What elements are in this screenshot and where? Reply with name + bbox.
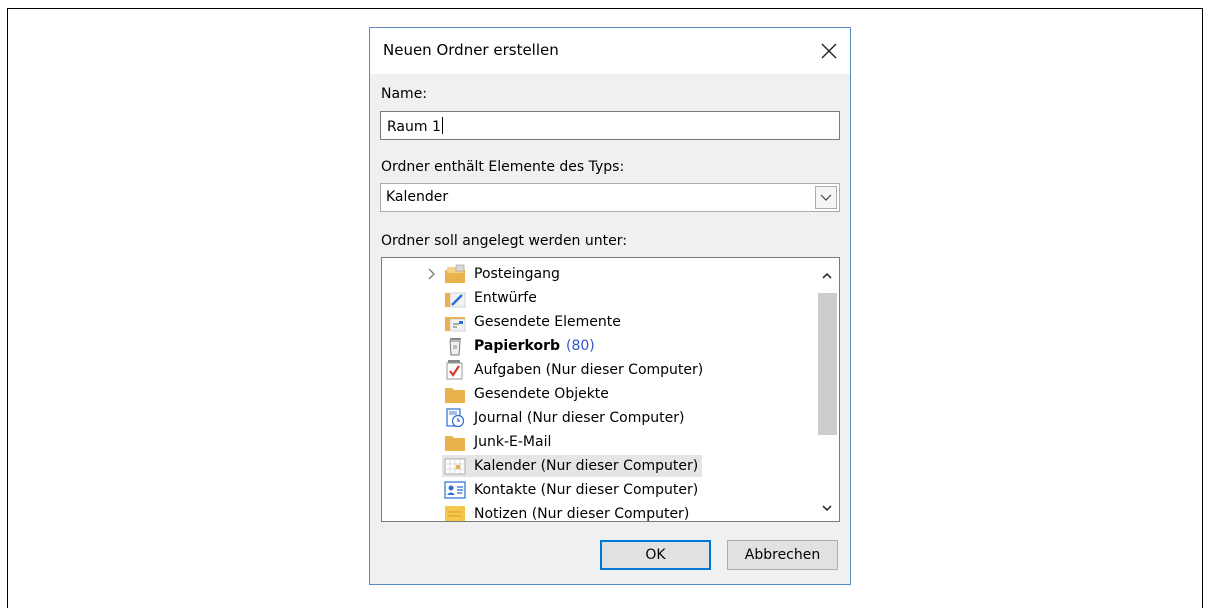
new-folder-dialog: Neuen Ordner erstellen Name: Raum 1 Ordn…	[369, 27, 851, 585]
cancel-button[interactable]: Abbrechen	[727, 540, 838, 570]
tree-item-label: Aufgaben (Nur dieser Computer)	[474, 362, 704, 378]
name-input[interactable]: Raum 1	[380, 111, 840, 140]
tree-item-label: Notizen (Nur dieser Computer)	[474, 506, 690, 522]
chevron-down-icon	[822, 505, 832, 512]
folder-type-select[interactable]: Kalender	[380, 183, 840, 212]
tree-item-gesendete-elemente[interactable]: Gesendete Elemente	[444, 311, 621, 333]
dropdown-button[interactable]	[815, 186, 837, 209]
tree-scrollbar[interactable]	[815, 258, 839, 521]
location-label: Ordner soll angelegt werden unter:	[381, 233, 627, 249]
tree-item-notizen[interactable]: Notizen (Nur dieser Computer)	[444, 503, 690, 522]
close-button[interactable]	[812, 34, 846, 68]
folder-icon	[445, 388, 465, 403]
notes-icon	[445, 506, 465, 521]
sent-folder-icon	[445, 317, 466, 332]
tree-item-label: Kalender (Nur dieser Computer)	[474, 458, 699, 474]
folder-icon	[445, 436, 465, 451]
scroll-down-button[interactable]	[815, 497, 839, 521]
chevron-down-icon	[820, 194, 832, 201]
tree-item-journal[interactable]: Journal (Nur dieser Computer)	[444, 407, 684, 429]
tree-item-label: Gesendete Elemente	[474, 314, 621, 330]
trash-icon	[449, 338, 461, 356]
tree-item-label: Journal (Nur dieser Computer)	[474, 410, 685, 426]
name-label: Name:	[381, 86, 428, 102]
tree-item-posteingang[interactable]: Posteingang	[444, 263, 560, 285]
folder-tree[interactable]: Posteingang Entwürfe Gesendete Elemente	[381, 257, 840, 522]
contacts-icon	[444, 481, 466, 499]
tree-item-entwuerfe[interactable]: Entwürfe	[444, 287, 537, 309]
tree-item-label: Junk-E-Mail	[474, 434, 552, 450]
tree-item-junk-e-mail[interactable]: Junk-E-Mail	[444, 431, 551, 453]
drafts-folder-icon	[445, 292, 466, 308]
tree-item-aufgaben[interactable]: Aufgaben (Nur dieser Computer)	[444, 359, 703, 381]
journal-icon	[446, 408, 465, 428]
tree-item-label: Papierkorb	[474, 338, 561, 354]
unread-count: (80)	[566, 338, 595, 354]
name-input-value: Raum 1	[387, 119, 441, 135]
tree-item-gesendete-objekte[interactable]: Gesendete Objekte	[444, 383, 609, 405]
tree-item-label: Kontakte (Nur dieser Computer)	[474, 482, 699, 498]
inbox-folder-icon	[445, 264, 465, 283]
type-label: Ordner enthält Elemente des Typs:	[381, 159, 625, 175]
scroll-up-button[interactable]	[815, 264, 839, 288]
tree-item-label: Gesendete Objekte	[474, 386, 609, 402]
text-caret	[441, 117, 443, 134]
tree-item-label: Posteingang	[474, 266, 560, 282]
tree-item-kontakte[interactable]: Kontakte (Nur dieser Computer)	[444, 479, 698, 501]
calendar-icon	[444, 458, 466, 475]
tree-item-label: Entwürfe	[474, 290, 537, 306]
scroll-thumb[interactable]	[818, 293, 837, 435]
ok-button[interactable]: OK	[600, 540, 711, 570]
tree-item-papierkorb[interactable]: Papierkorb (80)	[444, 335, 595, 357]
chevron-up-icon	[822, 272, 832, 279]
dialog-titlebar: Neuen Ordner erstellen	[370, 28, 850, 74]
folder-type-value: Kalender	[386, 189, 449, 205]
tree-item-kalender[interactable]: Kalender (Nur dieser Computer)	[442, 455, 703, 477]
tasks-icon	[446, 360, 463, 380]
dialog-body: Name: Raum 1 Ordner enthält Elemente des…	[370, 74, 850, 584]
chevron-right-icon[interactable]	[425, 266, 439, 282]
close-icon	[821, 43, 837, 59]
dialog-title: Neuen Ordner erstellen	[383, 41, 559, 59]
